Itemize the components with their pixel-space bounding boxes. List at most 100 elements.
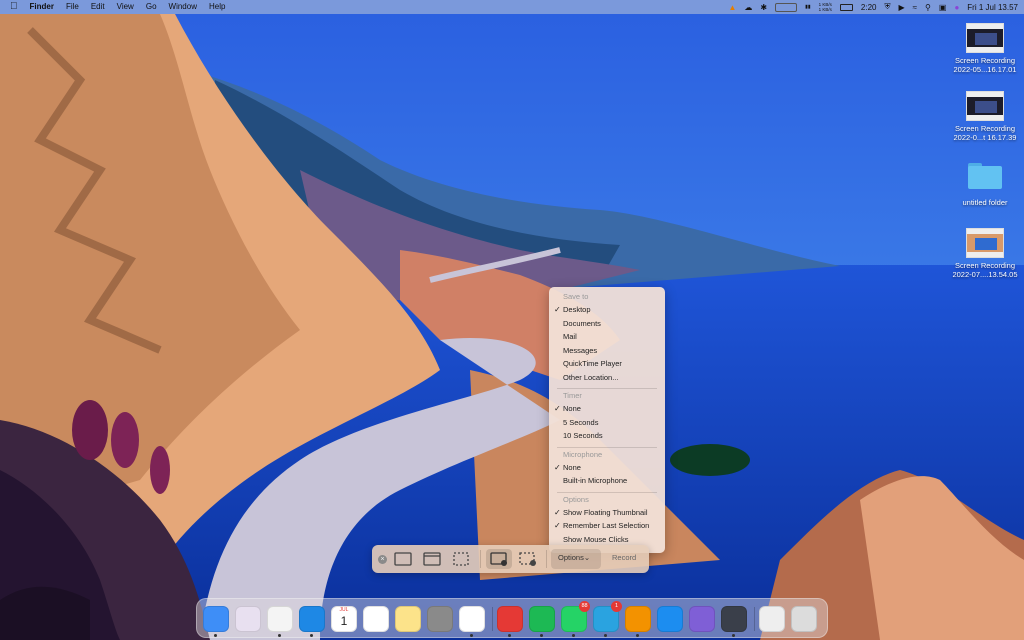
- menu-window[interactable]: Window: [163, 0, 203, 14]
- downloads-stack-icon[interactable]: [759, 606, 785, 632]
- menu-header-save-to: Save to: [563, 292, 589, 301]
- pixelmator-icon[interactable]: [689, 606, 715, 632]
- wifi-icon[interactable]: ≈: [913, 3, 917, 12]
- quicktime-icon[interactable]: [721, 606, 747, 632]
- menu-item-mail[interactable]: Mail: [549, 330, 665, 344]
- safari-icon[interactable]: [299, 606, 325, 632]
- calendar-icon[interactable]: JUL 1: [331, 606, 357, 632]
- menu-edit[interactable]: Edit: [85, 0, 111, 14]
- launchpad-icon[interactable]: [235, 606, 261, 632]
- menu-header-microphone: Microphone: [563, 449, 603, 459]
- menu-item-label: None: [563, 462, 581, 472]
- network-speed: 1 KB/s 1 KB/s: [819, 2, 832, 12]
- record-entire-screen-icon[interactable]: [490, 551, 508, 567]
- menu-item-floating-thumbnail[interactable]: ✓ Show Floating Thumbnail: [549, 506, 665, 520]
- date-time[interactable]: Fri 1 Jul 13.57: [967, 3, 1018, 12]
- desktop-item-name-2: 2022-0...t 16.17.39: [953, 133, 1017, 142]
- close-icon[interactable]: ×: [378, 555, 387, 564]
- video-thumbnail-icon: [966, 23, 1004, 53]
- spotlight-search-icon[interactable]: ⚲: [925, 3, 931, 12]
- dock: JUL 1 88 1: [196, 598, 828, 638]
- calendar-month: JUL: [339, 607, 349, 613]
- cloud-status-icon[interactable]: ☁: [744, 3, 752, 12]
- desktop-wallpaper: [0, 0, 1024, 640]
- menu-view[interactable]: View: [111, 0, 140, 14]
- menu-item-mouse-clicks[interactable]: Show Mouse Clicks: [549, 533, 665, 547]
- capture-selection-icon[interactable]: [452, 551, 470, 567]
- feather-status-icon[interactable]: ✱: [760, 3, 767, 12]
- desktop-item-name-2: 2022-05...16.17.01: [953, 65, 1017, 74]
- menu-bar:  Finder File Edit View Go Window Help ▲…: [0, 0, 1024, 14]
- desktop-item-name: Screen Recording: [954, 56, 1016, 65]
- finder-icon[interactable]: [203, 606, 229, 632]
- dock-separator: [754, 607, 755, 631]
- checkmark-icon: ✓: [554, 404, 561, 413]
- app-menu-finder[interactable]: Finder: [24, 0, 60, 14]
- vlc-status-icon[interactable]: ▲: [729, 3, 737, 12]
- desktop-file-recording-1[interactable]: Screen Recording 2022-05...16.17.01: [947, 23, 1023, 74]
- menu-item-quicktime[interactable]: QuickTime Player: [549, 357, 665, 371]
- control-center-icon[interactable]: ▣: [939, 3, 947, 12]
- reminders-icon[interactable]: [363, 606, 389, 632]
- brave-icon[interactable]: [497, 606, 523, 632]
- running-indicator: [572, 634, 575, 637]
- menu-item-documents[interactable]: Documents: [549, 317, 665, 331]
- menu-item-mic-none[interactable]: ✓ None: [549, 461, 665, 475]
- running-indicator: [214, 634, 217, 637]
- running-indicator: [604, 634, 607, 637]
- battery-time[interactable]: 2:20: [861, 3, 877, 12]
- capture-window-icon[interactable]: [423, 551, 441, 567]
- app-store-icon[interactable]: [657, 606, 683, 632]
- menu-help[interactable]: Help: [203, 0, 231, 14]
- capture-entire-screen-icon[interactable]: [394, 551, 412, 567]
- menu-item-timer-5[interactable]: 5 Seconds: [549, 416, 665, 430]
- menu-item-desktop[interactable]: ✓ Desktop: [549, 303, 665, 317]
- desktop-file-recording-2[interactable]: Screen Recording 2022-0...t 16.17.39: [947, 91, 1023, 142]
- menu-item-timer-none[interactable]: ✓ None: [549, 402, 665, 416]
- record-button[interactable]: Record: [612, 553, 636, 562]
- spotify-icon[interactable]: [529, 606, 555, 632]
- input-box-icon[interactable]: [775, 2, 798, 12]
- options-button[interactable]: Options⌄: [558, 553, 590, 562]
- folder-icon: [967, 162, 1003, 190]
- menu-extras: ▲ ☁ ✱ ▮▮ 1 KB/s 1 KB/s 2:20 ⛨ ▶ ≈ ⚲ ▣ ● …: [729, 0, 1019, 14]
- vlc-icon[interactable]: [625, 606, 651, 632]
- menu-go[interactable]: Go: [140, 0, 163, 14]
- menu-item-label: Documents: [563, 318, 601, 328]
- desktop-file-recording-3[interactable]: Screen Recording 2022-07....13.54.05: [947, 228, 1023, 279]
- vpn-shield-icon[interactable]: ⛨: [884, 2, 890, 12]
- siri-icon[interactable]: ●: [954, 3, 959, 12]
- notes-icon[interactable]: [395, 606, 421, 632]
- chrome-icon[interactable]: [267, 606, 293, 632]
- menu-item-label: Remember Last Selection: [563, 521, 650, 530]
- menu-item-mic-builtin[interactable]: Built-in Microphone: [549, 474, 665, 488]
- menu-file[interactable]: File: [60, 0, 85, 14]
- menu-item-label: 5 Seconds: [563, 417, 599, 427]
- system-preferences-icon[interactable]: [427, 606, 453, 632]
- menu-item-label: QuickTime Player: [563, 359, 622, 368]
- menu-item-other-location[interactable]: Other Location...: [549, 371, 665, 385]
- desktop-item-name: Screen Recording: [954, 261, 1016, 270]
- apple-menu-icon[interactable]: : [0, 0, 24, 14]
- menu-item-remember-selection[interactable]: ✓ Remember Last Selection: [549, 519, 665, 533]
- trash-icon[interactable]: [791, 606, 817, 632]
- menu-item-messages[interactable]: Messages: [549, 344, 665, 358]
- menu-header-options: Options: [563, 494, 589, 504]
- screenshot-toolbar: × Options⌄ Record: [372, 545, 649, 573]
- video-thumbnail-icon: [966, 91, 1004, 121]
- cpu-status-icon[interactable]: ▮▮: [805, 4, 811, 10]
- menu-item-label: Messages: [563, 345, 598, 355]
- play-status-icon[interactable]: ▶: [898, 3, 904, 12]
- checkmark-icon: ✓: [554, 462, 561, 472]
- notion-icon[interactable]: [459, 606, 485, 632]
- checkmark-icon: ✓: [554, 507, 561, 517]
- toolbar-separator: [480, 550, 481, 568]
- desktop-folder-untitled[interactable]: untitled folder: [947, 162, 1023, 207]
- record-selection-icon[interactable]: [519, 551, 537, 567]
- checkmark-icon: ✓: [554, 521, 561, 530]
- running-indicator: [470, 634, 473, 637]
- battery-icon[interactable]: [839, 3, 853, 11]
- desktop-item-name: untitled folder: [962, 198, 1008, 207]
- running-indicator: [732, 634, 735, 637]
- menu-item-timer-10[interactable]: 10 Seconds: [549, 429, 665, 443]
